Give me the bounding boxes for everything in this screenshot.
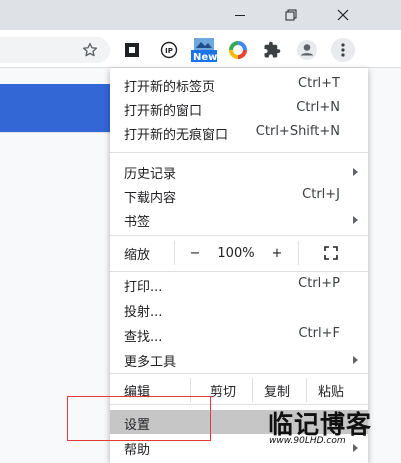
menu-item-bookmarks[interactable]: 书签 bbox=[110, 207, 368, 231]
color-ring-icon bbox=[229, 41, 247, 59]
extensions-button[interactable] bbox=[260, 38, 284, 62]
title-bar bbox=[0, 0, 401, 30]
submenu-arrow-icon bbox=[353, 356, 358, 364]
menu-item-shortcut: Ctrl+J bbox=[302, 187, 340, 202]
fullscreen-button[interactable] bbox=[316, 241, 346, 265]
menu-item-find[interactable]: 查找... Ctrl+F bbox=[110, 322, 368, 346]
minimize-button[interactable] bbox=[217, 0, 263, 30]
extension-square-icon bbox=[125, 43, 139, 57]
close-window-button[interactable] bbox=[320, 0, 366, 30]
bookmark-star-icon bbox=[82, 42, 98, 57]
new-badge-label: New bbox=[193, 52, 218, 63]
menu-item-incognito[interactable]: 打开新的无痕窗口 Ctrl+Shift+N bbox=[110, 120, 368, 144]
menu-item-print[interactable]: 打印... Ctrl+P bbox=[110, 272, 368, 296]
menu-item-label: 更多工具 bbox=[124, 355, 177, 370]
kebab-menu-icon bbox=[341, 43, 345, 57]
profile-icon bbox=[297, 40, 317, 60]
maximize-icon bbox=[285, 9, 297, 21]
extension-square-button[interactable] bbox=[120, 38, 144, 62]
new-extension-button[interactable]: New bbox=[190, 38, 218, 63]
menu-item-shortcut: Ctrl+Shift+N bbox=[255, 124, 340, 139]
menu-item-label: 投射... bbox=[124, 305, 163, 320]
zoom-in-button[interactable]: + bbox=[262, 241, 292, 265]
menu-item-label: 书签 bbox=[124, 215, 151, 230]
zoom-label: 缩放 bbox=[124, 247, 151, 263]
menu-item-label: 帮助 bbox=[124, 443, 151, 458]
submenu-arrow-icon bbox=[353, 168, 358, 176]
color-ring-extension-button[interactable] bbox=[226, 38, 250, 62]
submenu-arrow-icon bbox=[353, 216, 358, 224]
edit-divider bbox=[252, 378, 253, 402]
minimize-icon bbox=[235, 14, 245, 16]
copy-button[interactable]: 复制 bbox=[256, 378, 298, 402]
page-divider bbox=[0, 132, 110, 133]
close-icon bbox=[337, 9, 349, 21]
ip-extension-button[interactable]: IP bbox=[157, 38, 181, 62]
zoom-divider bbox=[298, 241, 299, 265]
browser-toolbar: IP New bbox=[0, 30, 401, 68]
menu-item-label: 历史记录 bbox=[124, 167, 177, 182]
submenu-arrow-icon bbox=[353, 444, 358, 452]
menu-item-cast[interactable]: 投射... bbox=[110, 297, 368, 321]
menu-item-label: 打印... bbox=[124, 280, 163, 295]
page-banner bbox=[0, 84, 110, 132]
menu-item-label: 打开新的标签页 bbox=[124, 80, 216, 95]
menu-item-new-tab[interactable]: 打开新的标签页 Ctrl+T bbox=[110, 72, 368, 96]
edit-divider bbox=[306, 378, 307, 402]
bookmark-star-button[interactable] bbox=[78, 38, 102, 62]
menu-item-label: 下载内容 bbox=[124, 191, 177, 206]
menu-separator bbox=[110, 373, 368, 374]
settings-highlight-box bbox=[67, 396, 211, 441]
menu-item-shortcut: Ctrl+P bbox=[298, 276, 340, 291]
menu-item-downloads[interactable]: 下载内容 Ctrl+J bbox=[110, 183, 368, 207]
maximize-button[interactable] bbox=[268, 0, 314, 30]
profile-button[interactable] bbox=[295, 38, 319, 62]
menu-item-more-tools[interactable]: 更多工具 bbox=[110, 347, 368, 371]
menu-item-label: 打开新的无痕窗口 bbox=[124, 128, 229, 143]
menu-item-history[interactable]: 历史记录 bbox=[110, 159, 368, 183]
main-menu-button[interactable] bbox=[331, 38, 355, 62]
ip-icon: IP bbox=[160, 41, 178, 59]
fullscreen-icon bbox=[324, 246, 338, 260]
menu-item-label: 查找... bbox=[124, 330, 163, 345]
paste-button[interactable]: 粘贴 bbox=[310, 378, 352, 402]
menu-item-shortcut: Ctrl+T bbox=[298, 76, 340, 91]
puzzle-icon bbox=[264, 41, 281, 58]
menu-item-shortcut: Ctrl+N bbox=[296, 100, 340, 115]
zoom-divider bbox=[174, 241, 175, 265]
zoom-row: 缩放 − 100% + bbox=[110, 241, 368, 265]
menu-item-label: 打开新的窗口 bbox=[124, 104, 203, 119]
menu-item-new-window[interactable]: 打开新的窗口 Ctrl+N bbox=[110, 96, 368, 120]
zoom-out-button[interactable]: − bbox=[180, 241, 210, 265]
watermark-url: www.90LHD.com bbox=[269, 436, 346, 446]
menu-item-shortcut: Ctrl+F bbox=[298, 326, 340, 341]
menu-separator bbox=[110, 235, 368, 236]
zoom-level-value: 100% bbox=[217, 245, 255, 261]
svg-text:IP: IP bbox=[165, 47, 173, 55]
menu-separator bbox=[110, 152, 368, 153]
